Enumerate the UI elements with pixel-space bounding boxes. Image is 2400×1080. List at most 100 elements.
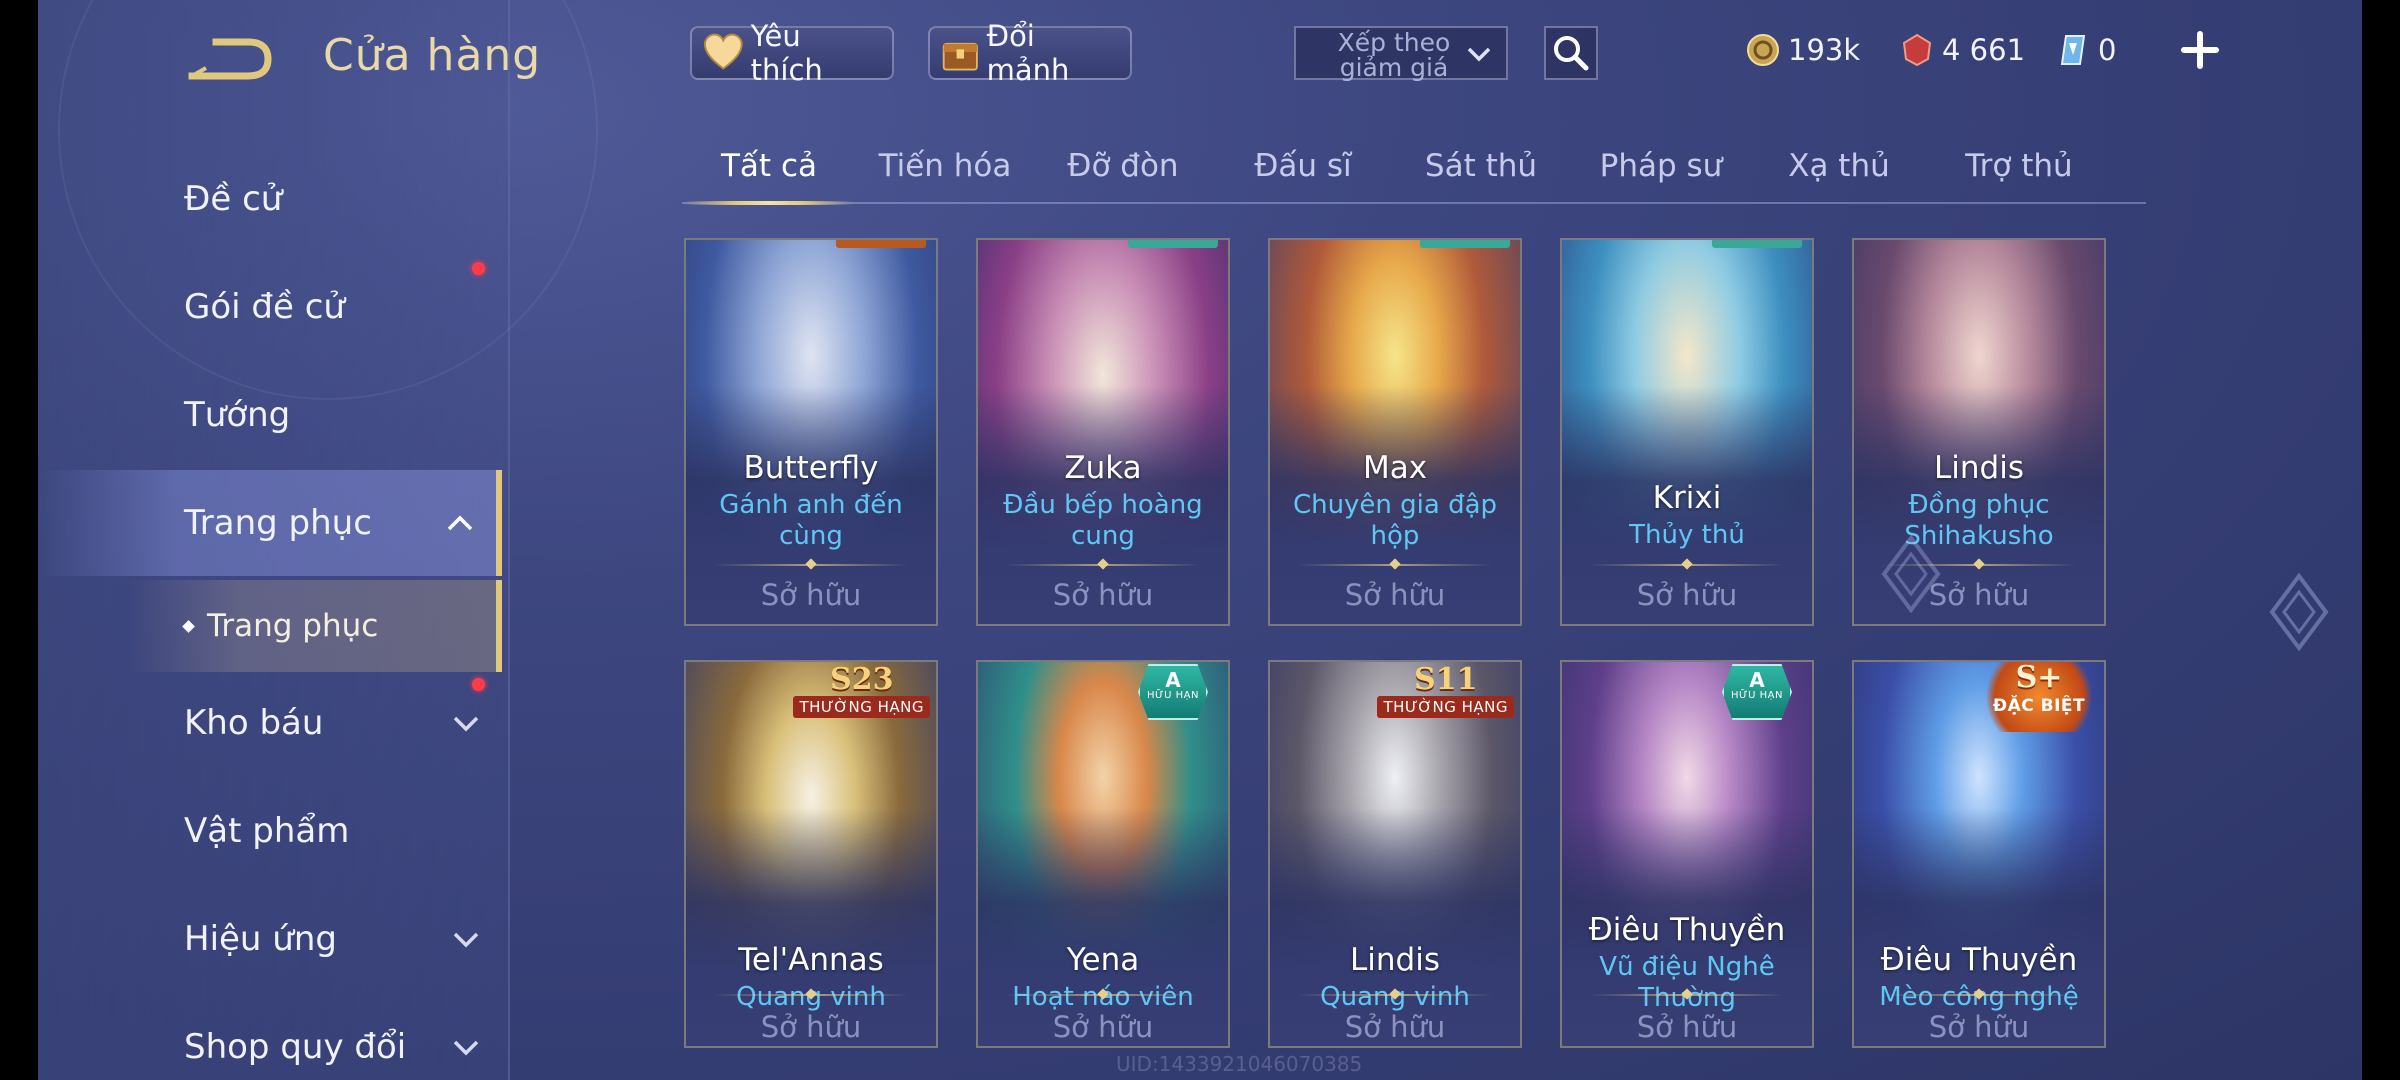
divider [1006, 564, 1200, 566]
badge-title: S23 [830, 662, 894, 697]
hero-name: Lindis [1934, 450, 2024, 486]
sidebar-item-label: Đề cử [184, 179, 283, 219]
diamond-ornament-icon [2269, 572, 2329, 652]
tab-evolution[interactable]: Tiến hóa [860, 148, 1030, 184]
hero-name: Max [1362, 450, 1428, 486]
skin-card[interactable]: S+ ĐẶC BIỆT Điêu Thuyền Mèo công nghệ Sở … [1852, 660, 2106, 1048]
skin-card[interactable]: AHỮU HẠN Điêu Thuyền Vũ điệu Nghê Thường… [1560, 660, 1814, 1048]
badge-subtitle: THƯỜNG HẠNG [793, 696, 930, 718]
hero-name: Zuka [1064, 450, 1142, 486]
sidebar-item-effects[interactable]: Hiệu ứng [38, 894, 502, 984]
skin-card[interactable]: S23THƯỜNG HẠNG Tel'Annas Quang vinh Sở h… [684, 660, 938, 1048]
skin-name: Gánh anh đến cùng [719, 490, 903, 551]
chevron-down-icon [453, 1040, 479, 1056]
owned-status: Sở hữu [1928, 1010, 2030, 1044]
uid-watermark: UID:1433921046070385 [1116, 1052, 1363, 1076]
sort-dropdown[interactable]: Xếp theo giảm giá [1294, 26, 1508, 80]
divider [1006, 994, 1200, 996]
active-tab-indicator [684, 201, 854, 205]
red-voucher-icon [1902, 33, 1932, 67]
skin-name: Chuyên gia đập hộp [1292, 490, 1498, 551]
hero-name: Yena [1066, 942, 1140, 978]
voucher-currency: 4 661 [1900, 26, 2025, 74]
sidebar-item-label: Tướng [184, 395, 291, 435]
favorite-button[interactable]: Yêu thích [690, 19, 894, 87]
owned-status: Sở hữu [1344, 1010, 1446, 1044]
diamond-ornament-icon [1881, 534, 1941, 614]
add-currency-button[interactable] [2178, 28, 2222, 72]
badge-title: A [1165, 668, 1181, 692]
blue-crystal-icon [2060, 35, 2086, 65]
badge-subtitle: THƯỜNG HẠNG [1377, 696, 1514, 718]
tab-mage[interactable]: Pháp sư [1576, 148, 1746, 184]
hero-name: Điêu Thuyền [1588, 912, 1786, 948]
tab-support[interactable]: Trợ thủ [1934, 148, 2104, 184]
owned-status: Sở hữu [1344, 578, 1446, 612]
divider [1882, 994, 2076, 996]
tab-fighter[interactable]: Đấu sĩ [1218, 148, 1388, 184]
heart-icon [703, 33, 743, 70]
owned-status: Sở hữu [760, 1010, 862, 1044]
hero-name: Lindis [1350, 942, 1440, 978]
owned-status: Sở hữu [1052, 578, 1154, 612]
search-button[interactable] [1544, 26, 1598, 80]
tab-marksman[interactable]: Xạ thủ [1754, 148, 1924, 184]
rank-badge: S11 THƯỜNG HẠNG [1377, 664, 1514, 724]
owned-status: Sở hữu [1052, 1010, 1154, 1044]
notification-dot [472, 262, 485, 275]
sidebar-item-items[interactable]: Vật phẩm [38, 786, 502, 876]
chevron-down-icon [453, 932, 479, 948]
sidebar-item-bundles[interactable]: Gói đề cử [38, 262, 502, 352]
skin-name: Thủy thủ [1629, 520, 1745, 550]
sidebar-item-treasure[interactable]: Kho báu [38, 678, 502, 768]
sidebar-item-label: Trang phục [184, 503, 372, 543]
sidebar-item-exchange-shop[interactable]: Shop quy đổi [38, 1002, 502, 1080]
crystal-amount: 0 [2098, 33, 2117, 67]
badge-subtitle: ĐẶC BIỆT [1992, 696, 2086, 716]
skin-card[interactable]: AHỮU HẠN Yena Hoạt náo viên Sở hữu [976, 660, 1230, 1048]
treasure-chest-icon [942, 42, 978, 71]
tab-all[interactable]: Tất cả [684, 148, 854, 184]
rank-badge: A HỮU HẠN [1722, 664, 1792, 720]
divider [714, 564, 908, 566]
tab-tank[interactable]: Đỡ đòn [1038, 148, 1208, 184]
skin-name: Đầu bếp hoàng cung [1003, 490, 1203, 551]
hero-name: Butterfly [743, 450, 879, 486]
badge-title: S+ [2015, 660, 2063, 695]
sidebar-item-label: Kho báu [184, 703, 324, 743]
chevron-down-icon [1467, 47, 1491, 62]
skin-card[interactable]: Zuka Đầu bếp hoàng cung Sở hữu [976, 238, 1230, 626]
category-tabs: Tất cả Tiến hóa Đỡ đòn Đấu sĩ Sát thủ Ph… [682, 138, 2146, 205]
skin-card[interactable]: Krixi Thủy thủ Sở hữu [1560, 238, 1814, 626]
owned-status: Sở hữu [760, 578, 862, 612]
chevron-down-icon [453, 716, 479, 732]
sidebar-subitem-label: Trang phục [207, 608, 379, 644]
page-title: Cửa hàng [323, 30, 542, 81]
bullet-diamond-icon [182, 619, 195, 633]
gold-amount: 193k [1788, 33, 1861, 67]
shard-exchange-label: Đổi mảnh [986, 19, 1070, 87]
hero-name: Krixi [1652, 480, 1722, 516]
sidebar-item-heroes[interactable]: Tướng [38, 370, 502, 460]
sidebar-item-recommended[interactable]: Đề cử [38, 154, 502, 244]
badge-partial [1420, 240, 1510, 248]
badge-partial [1128, 240, 1218, 248]
shard-exchange-button[interactable]: Đổi mảnh [928, 19, 1132, 87]
sidebar-item-label: Hiệu ứng [184, 919, 337, 959]
skin-card[interactable]: Max Chuyên gia đập hộp Sở hữu [1268, 238, 1522, 626]
badge-partial [1712, 240, 1802, 248]
skin-card[interactable]: Butterfly Gánh anh đến cùng Sở hữu [684, 238, 938, 626]
divider [1590, 994, 1784, 996]
owned-status: Sở hữu [1636, 1010, 1738, 1044]
back-button[interactable] [188, 36, 272, 82]
badge-title: A [1749, 668, 1765, 692]
sidebar-item-label: Shop quy đổi [184, 1027, 407, 1067]
skin-card[interactable]: S11THƯỜNG HẠNG Lindis Quang vinh Sở hữu [1268, 660, 1522, 1048]
back-arrow-icon [188, 38, 272, 80]
badge-partial [836, 240, 926, 248]
sidebar-subitem-skins[interactable]: Trang phục [128, 580, 502, 672]
skin-grid: Butterfly Gánh anh đến cùng Sở hữu Zuka … [684, 238, 2146, 1080]
tab-assassin[interactable]: Sát thủ [1396, 148, 1566, 184]
skin-name: Vũ điệu Nghê Thường [1599, 952, 1775, 1013]
sidebar-item-skins[interactable]: Trang phục [38, 470, 502, 576]
